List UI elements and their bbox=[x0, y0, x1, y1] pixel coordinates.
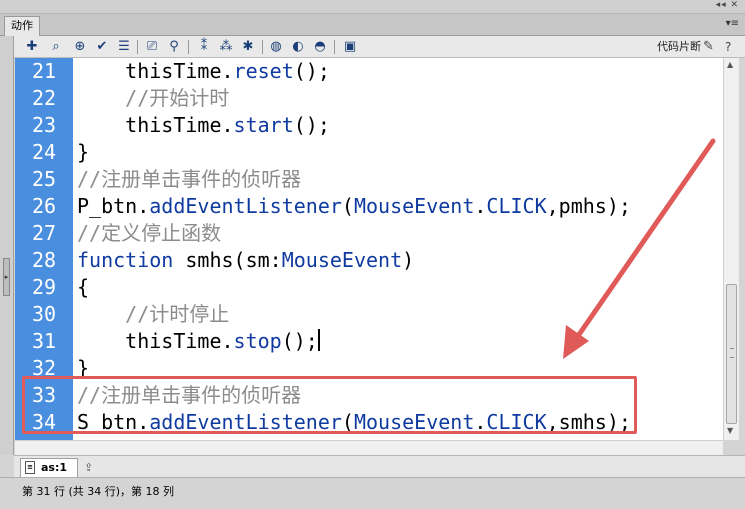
code-text: thisTime.reset(); bbox=[77, 58, 330, 85]
status-bar: 第 31 行 (共 34 行)，第 18 列 bbox=[0, 477, 745, 509]
code-snippets-label[interactable]: 代码片断 bbox=[657, 39, 701, 55]
code-token-plain: (); bbox=[281, 329, 318, 353]
line-number: 28 bbox=[31, 248, 57, 272]
line-number: 22 bbox=[31, 86, 57, 110]
code-token-comment: //注册单击事件的侦听器 bbox=[77, 167, 302, 191]
code-text: function smhs(sm:MouseEvent) bbox=[77, 247, 414, 274]
insert-target-path-icon[interactable]: ⊕ bbox=[72, 39, 88, 55]
code-token-method: addEventListener bbox=[149, 194, 342, 218]
toolbar-separator bbox=[262, 40, 263, 54]
scroll-thumb[interactable] bbox=[726, 284, 737, 424]
line-number: 26 bbox=[31, 194, 57, 218]
line-number: 31 bbox=[31, 329, 57, 353]
code-token-method: start bbox=[233, 113, 294, 137]
script-file-icon: ≡ bbox=[25, 461, 35, 474]
code-token-plain: (); bbox=[293, 113, 330, 137]
code-token-plain: thisTime. bbox=[77, 113, 234, 137]
code-token-plain: ( bbox=[341, 194, 354, 218]
code-token-keyword: function bbox=[77, 248, 174, 272]
show-hide-toolbox-icon[interactable]: ▣ bbox=[342, 39, 358, 55]
script-tabs: ≡ as:1 ⇪ bbox=[14, 455, 745, 477]
code-text: P_btn.addEventListener(MouseEvent.CLICK,… bbox=[77, 193, 631, 220]
line-number: 21 bbox=[31, 59, 57, 83]
code-token-plain: thisTime. bbox=[77, 59, 234, 83]
toolbar-separator bbox=[137, 40, 138, 54]
code-token-comment: //开始计时 bbox=[77, 86, 230, 110]
code-token-comment: //定义停止函数 bbox=[77, 221, 222, 245]
code-token-method: stop bbox=[233, 329, 282, 353]
code-token-plain: thisTime. bbox=[77, 329, 234, 353]
code-line[interactable]: 21 thisTime.reset(); bbox=[15, 58, 723, 85]
tab-actions[interactable]: 动作 bbox=[4, 16, 40, 36]
code-token-plain: P_btn. bbox=[77, 194, 150, 218]
code-token-plain: (); bbox=[293, 59, 330, 83]
apply-line-comment-icon[interactable]: ◐ bbox=[290, 39, 306, 55]
annotation-arrow bbox=[563, 138, 716, 359]
collapse-between-braces-icon[interactable]: ⁑ bbox=[196, 39, 212, 55]
find-icon[interactable]: ⌕ bbox=[48, 39, 64, 55]
toolbar-separator bbox=[334, 40, 335, 54]
actions-toolbar: ✚ ⌕ ⊕ ✔ ☰ ⎚ ⚲ ⁑ ⁂ ✱ ◍ ◐ ◓ ▣ 代码片断 ✎ ? bbox=[14, 36, 745, 58]
code-token-plain: ) bbox=[402, 248, 415, 272]
panel-menu-icon[interactable]: ▾≡ bbox=[726, 18, 739, 29]
scroll-up-icon[interactable]: ▲ bbox=[727, 60, 733, 69]
vertical-scrollbar[interactable]: ▲ ▼ bbox=[723, 58, 739, 440]
code-text: //定义停止函数 bbox=[77, 220, 221, 247]
scroll-down-icon[interactable]: ▼ bbox=[727, 426, 733, 435]
code-token-class: MouseEvent bbox=[353, 194, 475, 218]
annotation-arrow-shaft bbox=[566, 138, 716, 352]
code-text: //注册单击事件的侦听器 bbox=[77, 166, 301, 193]
toolbar-separator bbox=[188, 40, 189, 54]
line-number: 29 bbox=[31, 275, 57, 299]
line-number: 27 bbox=[31, 221, 57, 245]
code-token-method: reset bbox=[233, 59, 294, 83]
code-token-plain: { bbox=[77, 275, 90, 299]
annotation-highlight-box bbox=[22, 376, 637, 434]
code-text: //计时停止 bbox=[77, 301, 229, 328]
remove-comment-icon[interactable]: ◓ bbox=[312, 39, 328, 55]
add-statement-icon[interactable]: ✚ bbox=[24, 39, 40, 55]
debug-options-icon[interactable]: ⚲ bbox=[166, 39, 182, 55]
code-token-comment: //计时停止 bbox=[77, 302, 230, 326]
code-token-plain: . bbox=[474, 194, 487, 218]
code-text: //开始计时 bbox=[77, 85, 229, 112]
panel-tab-row: 动作 ▾≡ bbox=[0, 14, 745, 36]
line-number: 24 bbox=[31, 140, 57, 164]
code-line[interactable]: 22 //开始计时 bbox=[15, 85, 723, 112]
code-snippets-wand-icon[interactable]: ✎ bbox=[703, 39, 717, 55]
line-number: 25 bbox=[31, 167, 57, 191]
show-code-hint-icon[interactable]: ⎚ bbox=[144, 39, 160, 55]
code-token-class: CLICK bbox=[486, 194, 547, 218]
window-titlebar: ◂◂ ✕ bbox=[0, 0, 745, 14]
expand-all-icon[interactable]: ✱ bbox=[240, 39, 256, 55]
code-text: thisTime.stop(); bbox=[77, 328, 320, 355]
code-token-plain: } bbox=[77, 140, 90, 164]
collapse-selection-icon[interactable]: ⁂ bbox=[218, 39, 234, 55]
left-collapse-strip: ▸ bbox=[0, 36, 14, 455]
code-token-class: MouseEvent bbox=[281, 248, 403, 272]
help-icon[interactable]: ? bbox=[725, 39, 739, 55]
scroll-grip-icon bbox=[730, 348, 734, 358]
window-controls[interactable]: ◂◂ ✕ bbox=[716, 0, 739, 10]
pin-script-icon[interactable]: ⇪ bbox=[84, 461, 93, 474]
tab-script-label: as:1 bbox=[41, 461, 68, 474]
text-caret bbox=[317, 329, 320, 351]
horizontal-scrollbar[interactable] bbox=[15, 440, 723, 455]
line-number: 30 bbox=[31, 302, 57, 326]
code-text: { bbox=[77, 274, 89, 301]
apply-block-comment-icon[interactable]: ◍ bbox=[268, 39, 284, 55]
code-text: thisTime.start(); bbox=[77, 112, 330, 139]
code-token-plain: smhs(sm: bbox=[173, 248, 282, 272]
check-syntax-icon[interactable]: ✔ bbox=[94, 39, 110, 55]
cursor-position-status: 第 31 行 (共 34 行)，第 18 列 bbox=[22, 485, 175, 498]
tab-script-as1[interactable]: ≡ as:1 bbox=[20, 458, 78, 477]
collapse-arrow-icon[interactable]: ▸ bbox=[3, 258, 10, 296]
line-number: 23 bbox=[31, 113, 57, 137]
code-text: } bbox=[77, 139, 89, 166]
auto-format-icon[interactable]: ☰ bbox=[116, 39, 132, 55]
